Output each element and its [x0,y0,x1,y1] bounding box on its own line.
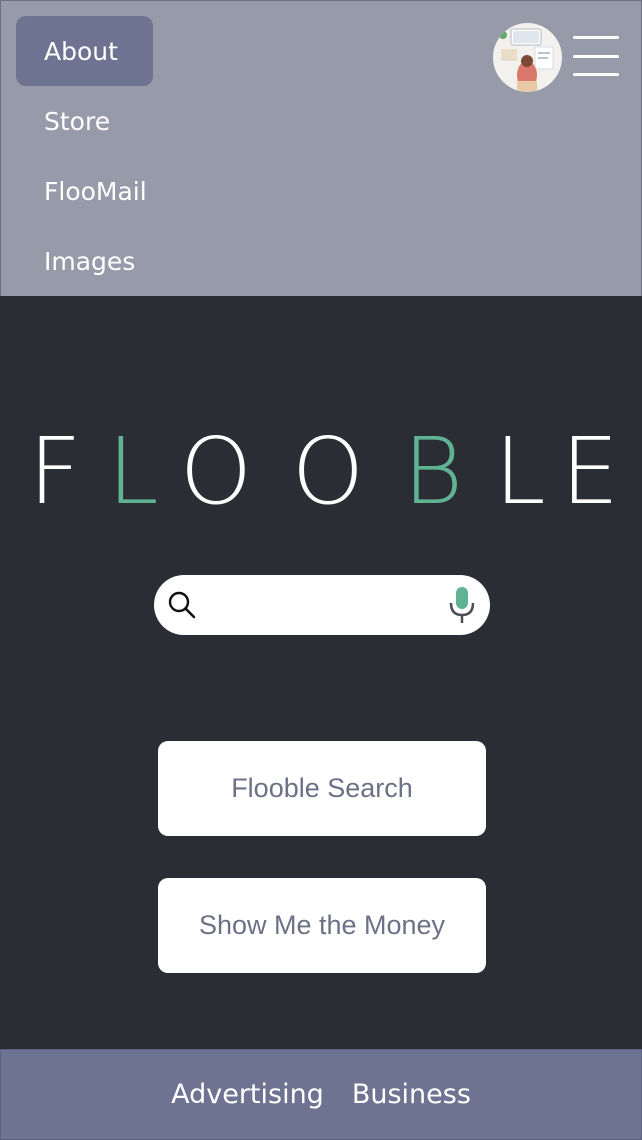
nav-item-about[interactable]: About [16,16,153,86]
footer-link-business[interactable]: Business [352,1079,471,1110]
logo-letter-1: F [29,420,82,520]
nav-item-store[interactable]: Store [16,86,153,156]
flooble-search-button[interactable]: Flooble Search [158,741,486,836]
logo-wordmark: FLOOBLE [29,418,620,525]
nav-item-floomail[interactable]: FlooMail [16,156,153,226]
footer-link-advertising[interactable]: Advertising [171,1079,324,1110]
logo-letter-4: O [292,420,364,520]
menu-line-top [573,36,619,39]
logo-letter-6: L [494,420,545,520]
nav-item-images[interactable]: Images [16,226,153,296]
menu-line-middle [573,54,619,58]
search-input[interactable] [206,587,434,623]
menu-line-bottom [573,73,619,76]
search-icon[interactable] [166,589,198,621]
logo-letter-2: L [107,420,158,520]
search-bar [154,575,490,635]
show-me-the-money-button[interactable]: Show Me the Money [158,878,486,973]
user-avatar-icon[interactable] [493,23,562,92]
hamburger-menu-icon[interactable] [569,33,623,79]
main-nav: About Store FlooMail Images [16,16,153,296]
microphone-icon[interactable] [448,585,476,625]
logo-letter-3: O [180,420,252,520]
header: About Store FlooMail Images [0,0,642,296]
flooble-logo: FLOOBLE [0,418,642,525]
logo-letter-7: E [561,420,619,520]
logo-letter-5: B [403,420,463,520]
footer: Advertising Business [0,1049,642,1140]
